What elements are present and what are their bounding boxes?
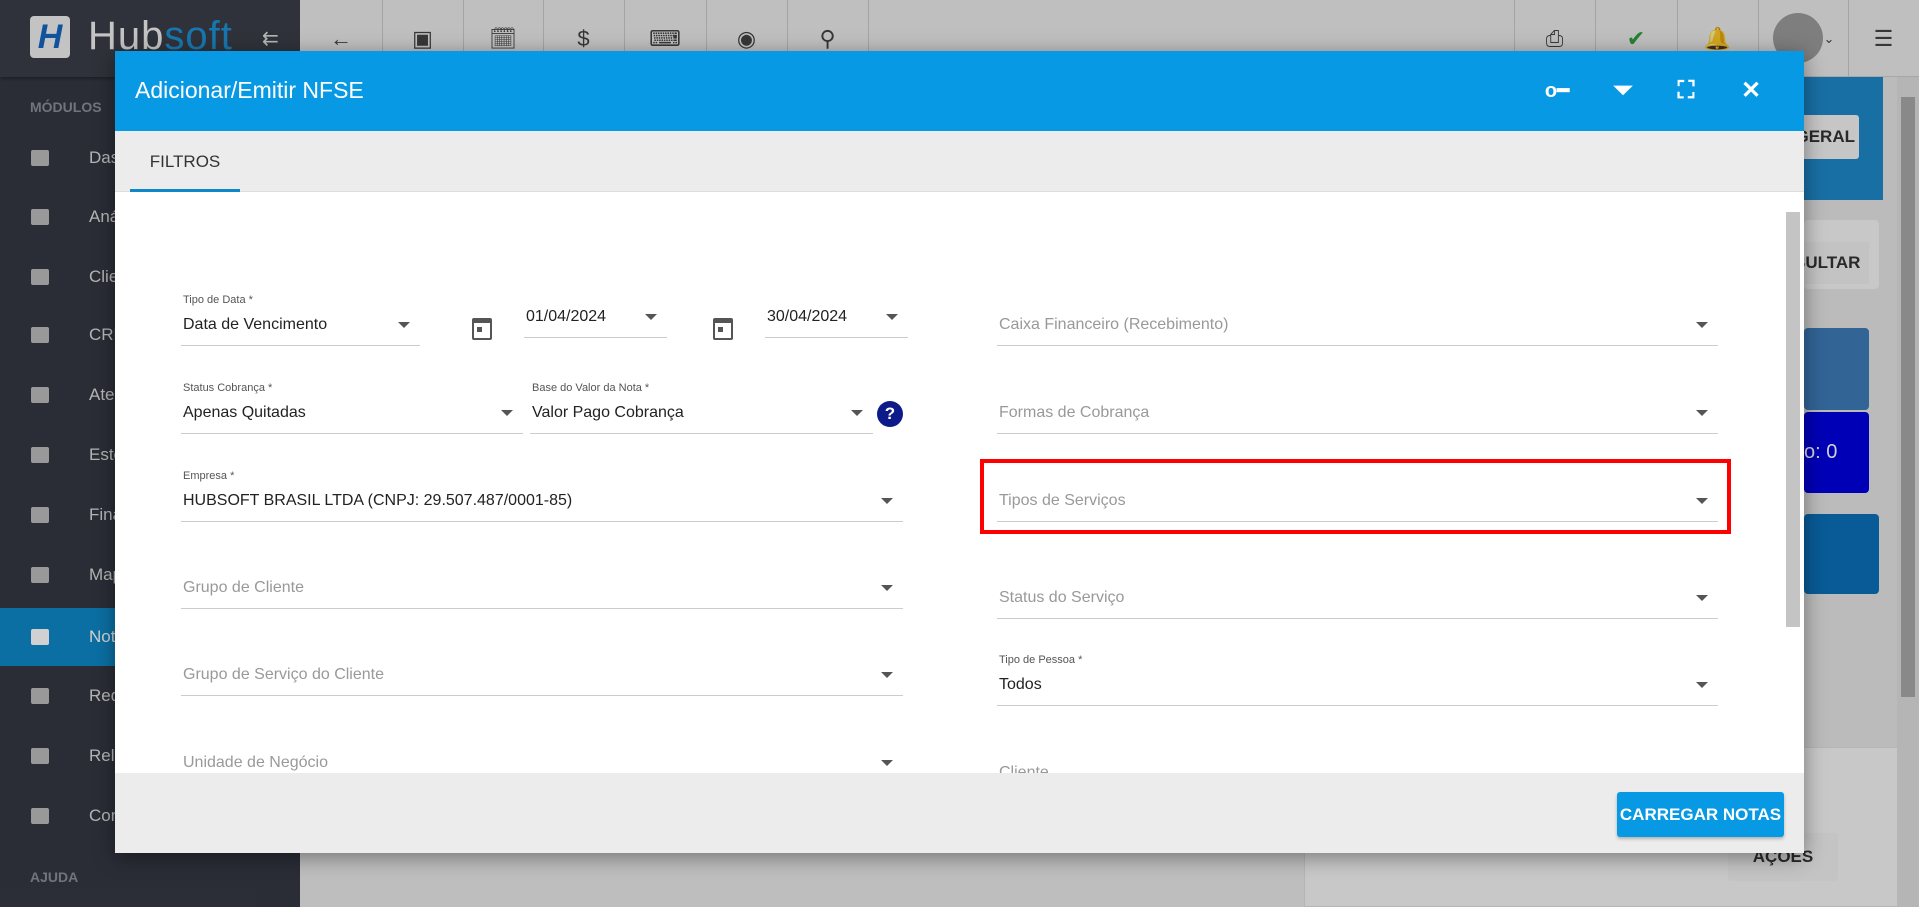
filters-form: Tipo de Data * Data de Vencimento 01/04/… xyxy=(115,192,1782,773)
field-value: Apenas Quitadas xyxy=(183,404,306,421)
calendar-icon[interactable] xyxy=(713,318,733,340)
dropdown-arrow-icon xyxy=(645,314,657,320)
empresa-select[interactable]: Empresa * HUBSOFT BRASIL LTDA (CNPJ: 29.… xyxy=(181,470,903,522)
tipo-pessoa-select[interactable]: Tipo de Pessoa * Todos xyxy=(997,654,1718,706)
help-icon[interactable]: ? xyxy=(877,401,903,427)
modal-tabs: FILTROS xyxy=(115,131,1804,192)
dropdown-arrow-icon xyxy=(501,410,513,416)
caixa-financeiro-select[interactable]: Caixa Financeiro (Recebimento) xyxy=(997,302,1718,346)
field-value: Todos xyxy=(999,676,1042,693)
base-valor-select[interactable]: Base do Valor da Nota * Valor Pago Cobra… xyxy=(530,382,873,434)
field-label: Base do Valor da Nota * xyxy=(532,382,650,394)
fullscreen-icon[interactable]: ⛶ xyxy=(1668,73,1704,109)
tipo-data-select[interactable]: Tipo de Data * Data de Vencimento xyxy=(181,294,420,346)
field-label: Tipo de Pessoa * xyxy=(999,654,1083,666)
field-placeholder: Caixa Financeiro (Recebimento) xyxy=(999,316,1229,333)
grupo-servico-cliente-select[interactable]: Grupo de Serviço do Cliente xyxy=(181,652,903,696)
close-icon[interactable]: ✕ xyxy=(1733,73,1769,109)
field-value: 01/04/2024 xyxy=(526,308,607,325)
dropdown-arrow-icon xyxy=(851,410,863,416)
date-start-input[interactable]: 01/04/2024 xyxy=(524,294,667,338)
highlight-box xyxy=(980,459,1731,534)
tab-filtros[interactable]: FILTROS xyxy=(130,131,240,192)
nfse-modal: Adicionar/Emitir NFSE o━ ⏷ ⛶ ✕ FILTROS T… xyxy=(115,51,1804,853)
status-cobranca-select[interactable]: Status Cobrança * Apenas Quitadas xyxy=(181,382,523,434)
cliente-input[interactable]: Cliente xyxy=(997,750,1718,773)
field-label: Status Cobrança * xyxy=(183,382,273,394)
field-value: Data de Vencimento xyxy=(183,316,328,333)
dropdown-arrow-icon xyxy=(881,672,893,678)
field-value: 30/04/2024 xyxy=(767,308,848,325)
field-label: Empresa * xyxy=(183,470,235,482)
modal-title: Adicionar/Emitir NFSE xyxy=(135,77,364,103)
carregar-notas-button[interactable]: CARREGAR NOTAS xyxy=(1617,792,1784,837)
modal-footer: CARREGAR NOTAS xyxy=(115,773,1804,853)
dropdown-arrow-icon xyxy=(881,498,893,504)
key-icon[interactable]: o━ xyxy=(1539,73,1575,109)
dropdown-arrow-icon xyxy=(1696,322,1708,328)
form-scrollbar[interactable] xyxy=(1782,192,1804,773)
dropdown-arrow-icon xyxy=(1696,410,1708,416)
status-servico-select[interactable]: Status do Serviço xyxy=(997,575,1718,619)
field-placeholder: Grupo de Cliente xyxy=(183,579,304,596)
dropdown-arrow-icon xyxy=(886,314,898,320)
field-placeholder: Cliente xyxy=(999,764,1049,773)
calendar-icon[interactable] xyxy=(472,318,492,340)
dropdown-arrow-icon xyxy=(398,322,410,328)
field-placeholder: Status do Serviço xyxy=(999,589,1125,606)
field-placeholder: Grupo de Serviço do Cliente xyxy=(183,666,384,683)
field-placeholder: Formas de Cobrança xyxy=(999,404,1150,421)
field-value: HUBSOFT BRASIL LTDA (CNPJ: 29.507.487/00… xyxy=(183,492,573,509)
unidade-negocio-select[interactable]: Unidade de Negócio xyxy=(181,740,903,773)
date-end-input[interactable]: 30/04/2024 xyxy=(765,294,908,338)
dropdown-arrow-icon xyxy=(881,760,893,766)
field-value: Valor Pago Cobrança xyxy=(532,404,684,421)
grupo-cliente-select[interactable]: Grupo de Cliente xyxy=(181,565,903,609)
clear-filter-icon[interactable]: ⏷ xyxy=(1605,73,1641,109)
dropdown-arrow-icon xyxy=(1696,595,1708,601)
formas-cobranca-select[interactable]: Formas de Cobrança xyxy=(997,390,1718,434)
dropdown-arrow-icon xyxy=(1696,682,1708,688)
field-placeholder: Unidade de Negócio xyxy=(183,754,328,771)
field-label: Tipo de Data * xyxy=(183,294,253,306)
dropdown-arrow-icon xyxy=(881,585,893,591)
modal-header: Adicionar/Emitir NFSE o━ ⏷ ⛶ ✕ xyxy=(115,51,1804,131)
